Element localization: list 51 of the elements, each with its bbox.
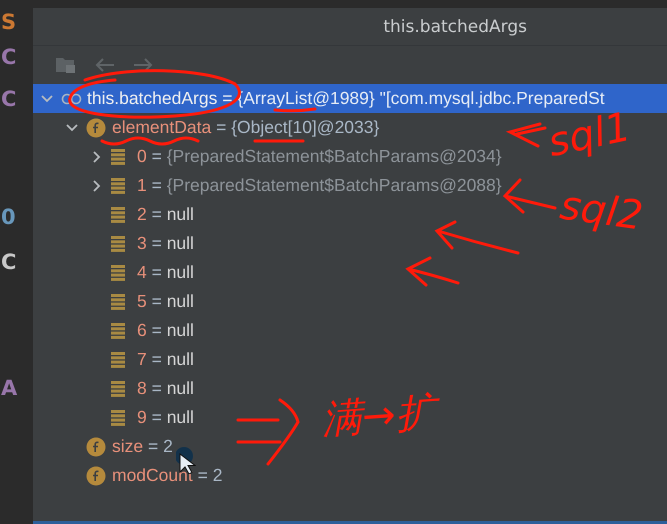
code-fragment: C [1, 87, 16, 111]
code-fragment: C [1, 45, 16, 69]
variable-entry[interactable]: elementData = {Object[10]@2033} [112, 117, 380, 138]
variable-entry[interactable]: 0 = {PreparedStatement$BatchParams@2034} [137, 146, 502, 167]
list-element-icon [111, 206, 125, 222]
handwritten-note: 满→扩 [320, 384, 438, 447]
variable-entry[interactable]: 3 = null [137, 233, 194, 254]
list-element-icon [111, 410, 125, 426]
ink-arrow [504, 178, 556, 214]
forward-arrow-icon[interactable] [133, 58, 153, 72]
back-arrow-icon[interactable] [95, 58, 115, 72]
variable-entry[interactable]: modCount = 2 [112, 465, 222, 486]
ink-underline [254, 140, 304, 142]
list-element-icon [111, 322, 125, 338]
list-element-icon [111, 236, 125, 252]
chevron-down-icon[interactable] [66, 122, 78, 134]
selected-row[interactable]: this.batchedArgs = {ArrayList@1989} "[com.mysql.jdbc.PreparedSt [33, 84, 667, 113]
list-element-icon [111, 148, 125, 164]
code-fragment: C [1, 250, 16, 274]
object-icon [61, 92, 83, 106]
variable-entry[interactable]: this.batchedArgs = {ArrayList@1989} "[com.mysql.jdbc.PreparedSt [87, 88, 605, 109]
code-fragment: 0 [1, 205, 16, 229]
ink-underline [274, 108, 316, 112]
handwritten-note: sql2 [557, 182, 646, 240]
list-element-icon [111, 178, 125, 194]
variable-entry[interactable]: size = 2 [112, 436, 173, 457]
variable-entry[interactable]: 1 = {PreparedStatement$BatchParams@2088} [137, 175, 502, 196]
list-element-icon [111, 264, 125, 280]
folder-icon[interactable] [55, 55, 77, 75]
popup-title: this.batchedArgs [383, 16, 527, 36]
ink-arrow [506, 122, 546, 148]
field-icon [86, 118, 106, 138]
code-fragment: A [1, 376, 18, 400]
variable-entry[interactable]: 6 = null [137, 320, 194, 341]
field-icon [86, 466, 106, 486]
variable-entry[interactable]: 2 = null [137, 204, 194, 225]
code-fragment: S [1, 10, 16, 34]
variable-entry[interactable]: 4 = null [137, 262, 194, 283]
ink-arrow [406, 256, 460, 286]
list-element-icon [111, 352, 125, 368]
variable-entry[interactable]: 8 = null [137, 378, 194, 399]
list-element-icon [111, 294, 125, 310]
chevron-right-icon[interactable] [91, 180, 103, 192]
variable-entry[interactable]: 5 = null [137, 291, 194, 312]
chevron-right-icon[interactable] [91, 150, 103, 162]
variable-entry[interactable]: 9 = null [137, 407, 194, 428]
chevron-down-icon[interactable] [41, 92, 53, 104]
field-icon [86, 436, 106, 456]
variable-entry[interactable]: 7 = null [137, 349, 194, 370]
list-element-icon [111, 380, 125, 396]
ink-implies-sign [236, 398, 300, 466]
